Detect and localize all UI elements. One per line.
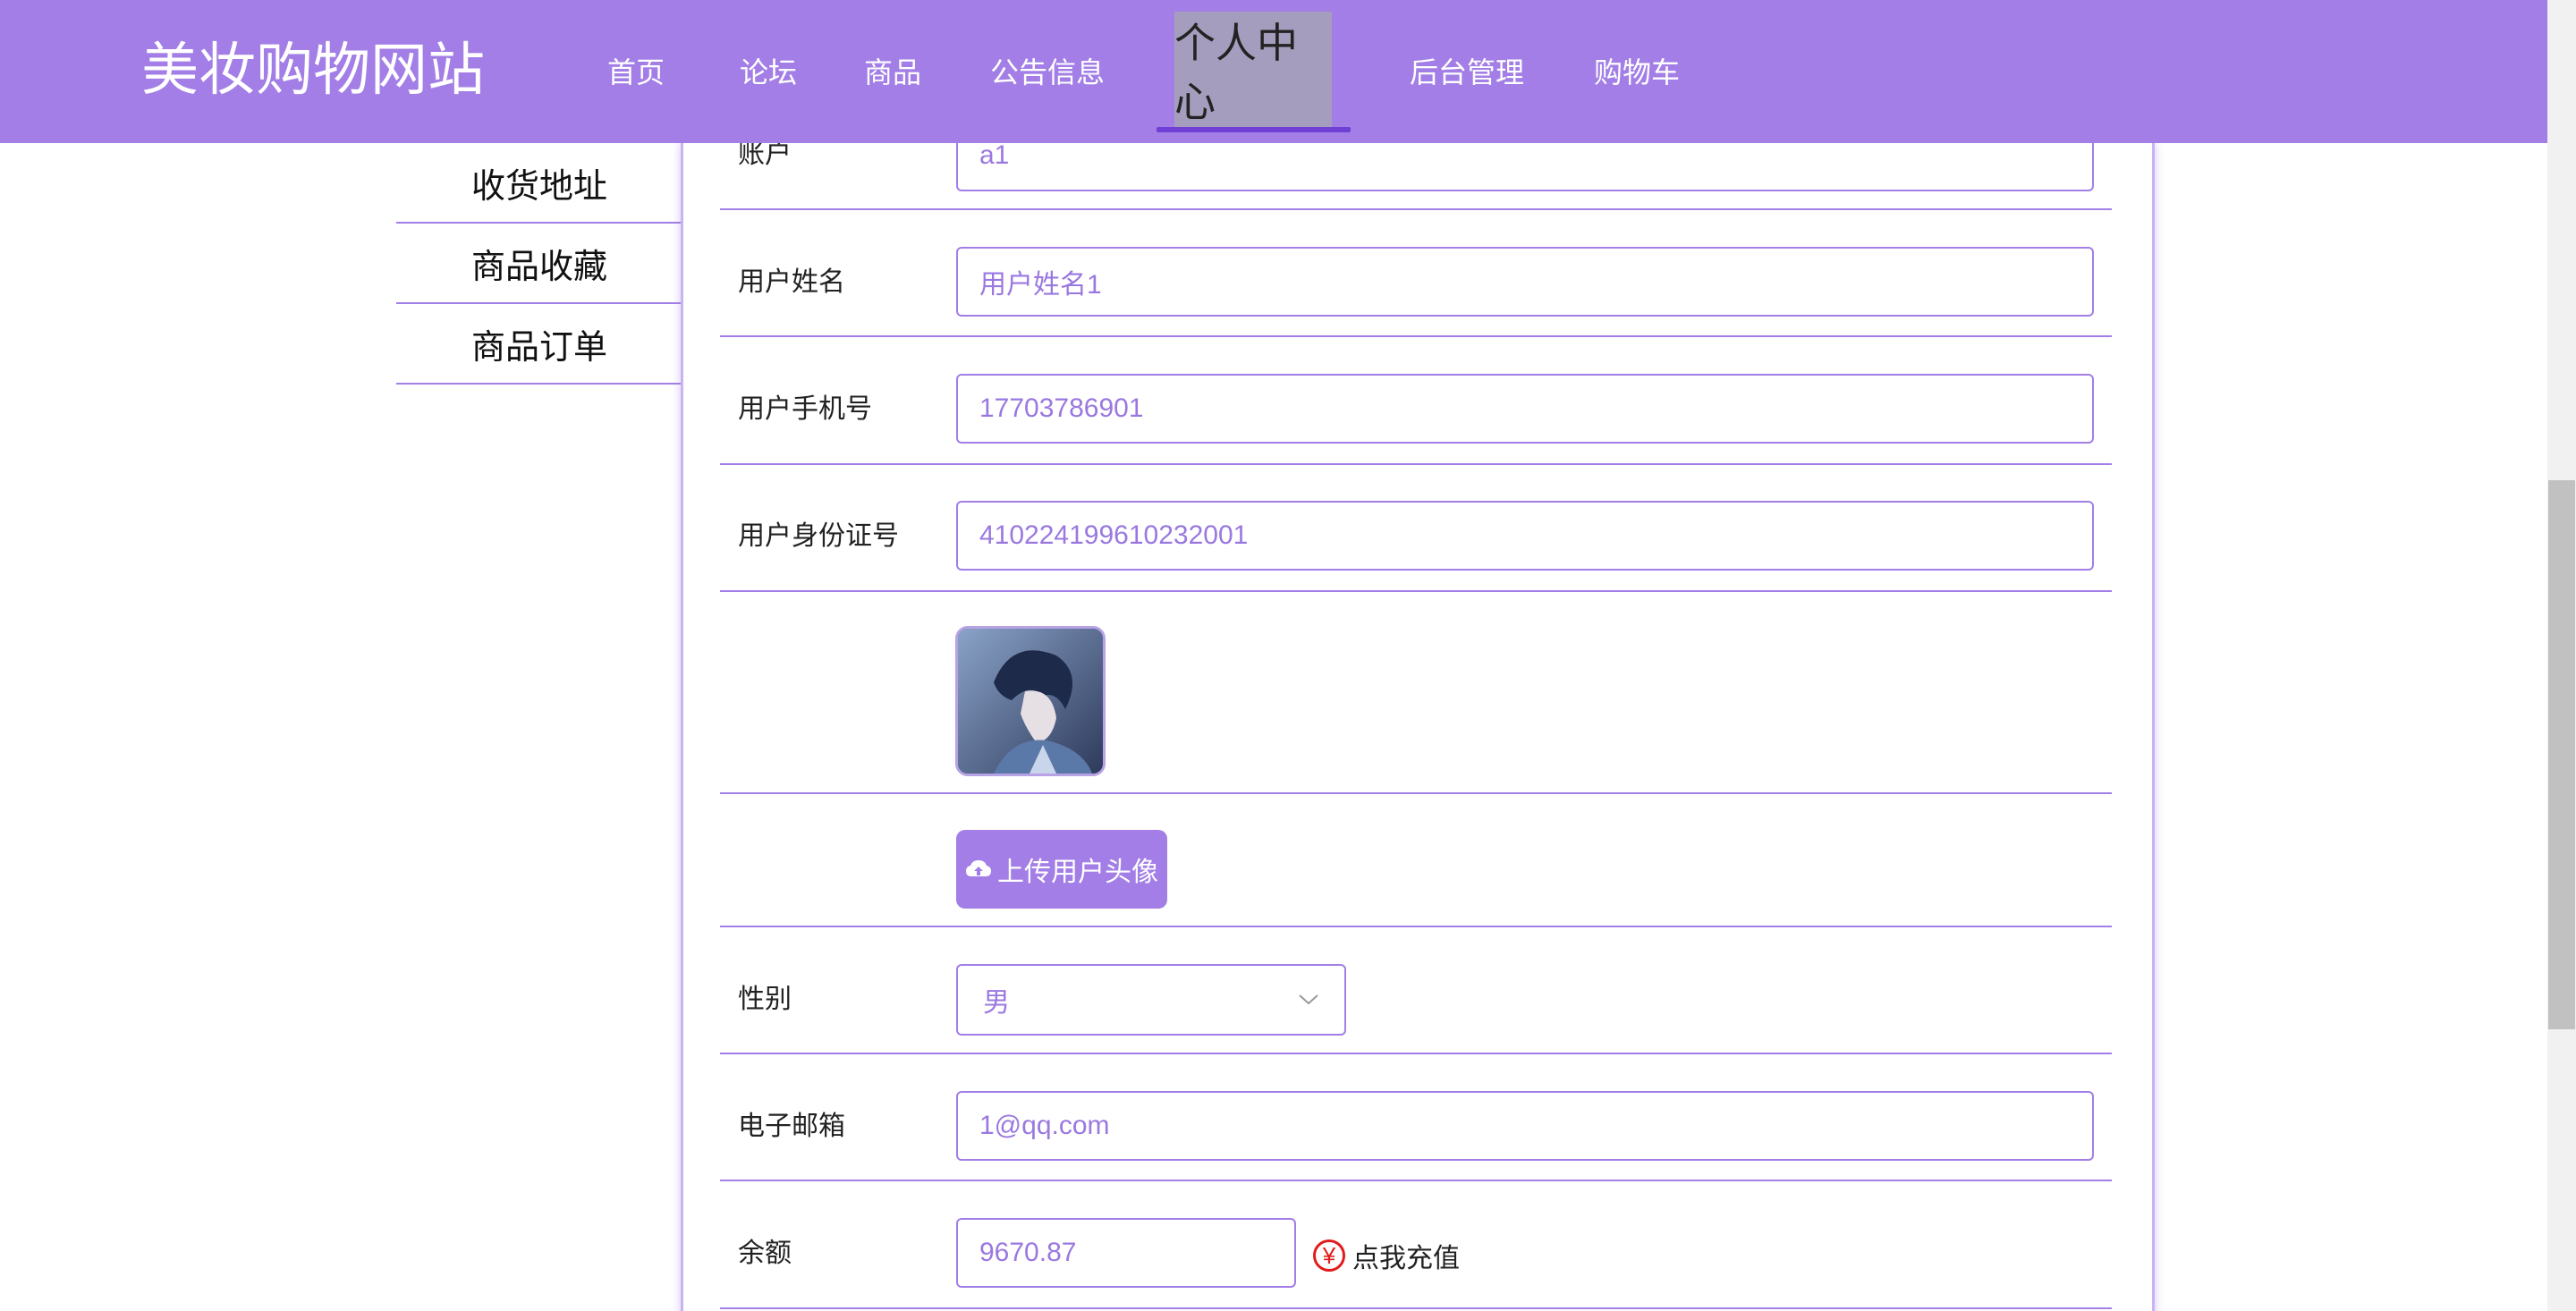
nav-admin[interactable]: 后台管理: [1410, 50, 1524, 95]
chevron-down-icon: [1299, 994, 1318, 1005]
name-label: 用户姓名: [738, 267, 845, 297]
upload-avatar-label: 上传用户头像: [997, 858, 1158, 887]
phone-input[interactable]: [956, 374, 2094, 444]
sidebar-item-address[interactable]: 收货地址: [396, 143, 682, 224]
row-divider: [720, 335, 2112, 337]
gender-select[interactable]: 男: [956, 964, 1346, 1036]
site-logo[interactable]: 美妆购物网站: [141, 34, 485, 106]
sidebar-item-label: 商品收藏: [470, 248, 607, 286]
row-divider: [720, 463, 2112, 465]
row-divider: [720, 208, 2112, 210]
row-divider: [720, 1307, 2112, 1309]
page: 美妆购物网站 首页 论坛 商品 公告信息 个人中心 后台管理 购物车 收货地址 …: [0, 0, 2547, 1311]
nav-cart[interactable]: 购物车: [1594, 50, 1680, 95]
nav-personal-center[interactable]: 个人中心: [1174, 12, 1332, 128]
name-input[interactable]: [956, 247, 2094, 317]
sidebar-item-label: 商品订单: [470, 328, 607, 367]
nav-products[interactable]: 商品: [864, 50, 921, 95]
gender-label: 性别: [738, 985, 792, 1014]
email-label: 电子邮箱: [738, 1112, 845, 1141]
row-divider: [720, 792, 2112, 794]
row-divider: [720, 926, 2112, 927]
email-input[interactable]: [956, 1091, 2094, 1161]
sidebar-item-orders[interactable]: 商品订单: [396, 304, 682, 385]
sidebar-item-label: 收货地址: [470, 167, 607, 206]
row-divider: [720, 1180, 2112, 1181]
upload-avatar-button[interactable]: 上传用户头像: [956, 830, 1167, 909]
nav-active-underline: [1157, 127, 1351, 132]
row-divider: [720, 1053, 2112, 1054]
balance-label: 余额: [738, 1239, 792, 1268]
nav-forum[interactable]: 论坛: [740, 50, 797, 95]
row-divider: [720, 590, 2112, 592]
balance-input[interactable]: [956, 1218, 1296, 1288]
top-nav-bar: 美妆购物网站 首页 论坛 商品 公告信息 个人中心 后台管理 购物车: [0, 0, 2547, 143]
cloud-upload-icon: [966, 860, 991, 876]
idcard-label: 用户身份证号: [738, 521, 899, 551]
nav-home[interactable]: 首页: [607, 50, 665, 95]
idcard-input[interactable]: [956, 501, 2094, 571]
gender-value: 男: [983, 988, 1010, 1018]
recharge-label: 点我充值: [1352, 1244, 1460, 1273]
recharge-link[interactable]: ¥ 点我充值: [1313, 1236, 1460, 1275]
scrollbar-thumb[interactable]: [2548, 480, 2575, 1029]
yen-icon: ¥: [1313, 1239, 1345, 1272]
nav-announcements[interactable]: 公告信息: [990, 50, 1105, 95]
avatar: [955, 626, 1106, 776]
phone-label: 用户手机号: [738, 394, 872, 424]
avatar-image: [958, 629, 1103, 774]
sidebar-item-favorites[interactable]: 商品收藏: [396, 224, 682, 304]
